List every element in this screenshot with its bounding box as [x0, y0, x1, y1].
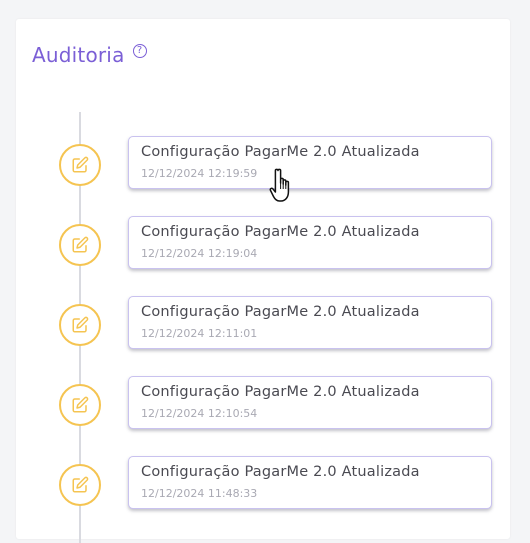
audit-timestamp: 12/12/2024 11:48:33: [141, 487, 258, 500]
timeline-item: Configuração PagarMe 2.0 Atualizada 12/1…: [16, 296, 510, 352]
timeline-item: Configuração PagarMe 2.0 Atualizada 12/1…: [16, 376, 510, 432]
audit-card[interactable]: Configuração PagarMe 2.0 Atualizada 12/1…: [128, 136, 492, 189]
edit-icon: [59, 304, 101, 346]
audit-panel: Auditoria ? Configuração PagarMe 2.0 Atu…: [16, 19, 510, 543]
audit-card[interactable]: Configuração PagarMe 2.0 Atualizada 12/1…: [128, 216, 492, 269]
timeline-item: Configuração PagarMe 2.0 Atualizada 12/1…: [16, 216, 510, 272]
question-circle-icon[interactable]: ?: [132, 44, 147, 58]
audit-timestamp: 12/12/2024 12:19:04: [141, 247, 258, 260]
timeline-item: Configuração PagarMe 2.0 Atualizada 12/1…: [16, 456, 510, 512]
audit-timestamp: 12/12/2024 12:10:54: [141, 407, 258, 420]
audit-title: Configuração PagarMe 2.0 Atualizada: [141, 224, 420, 240]
edit-icon: [59, 384, 101, 426]
edit-icon: [59, 144, 101, 186]
help-symbol: ?: [136, 45, 143, 56]
timeline-item: Configuração PagarMe 2.0 Atualizada 12/1…: [16, 136, 510, 192]
panel-title: Auditoria: [32, 43, 125, 67]
audit-card[interactable]: Configuração PagarMe 2.0 Atualizada 12/1…: [128, 296, 492, 349]
hand-pointer-icon: [269, 168, 290, 202]
audit-title: Configuração PagarMe 2.0 Atualizada: [141, 144, 420, 160]
audit-timestamp: 12/12/2024 12:19:59: [141, 167, 258, 180]
panel-header: Auditoria ?: [32, 43, 147, 67]
audit-title: Configuração PagarMe 2.0 Atualizada: [141, 464, 420, 480]
audit-card[interactable]: Configuração PagarMe 2.0 Atualizada 12/1…: [128, 456, 492, 509]
audit-card[interactable]: Configuração PagarMe 2.0 Atualizada 12/1…: [128, 376, 492, 429]
audit-title: Configuração PagarMe 2.0 Atualizada: [141, 304, 420, 320]
audit-title: Configuração PagarMe 2.0 Atualizada: [141, 384, 420, 400]
audit-timestamp: 12/12/2024 12:11:01: [141, 327, 258, 340]
edit-icon: [59, 464, 101, 506]
edit-icon: [59, 224, 101, 266]
